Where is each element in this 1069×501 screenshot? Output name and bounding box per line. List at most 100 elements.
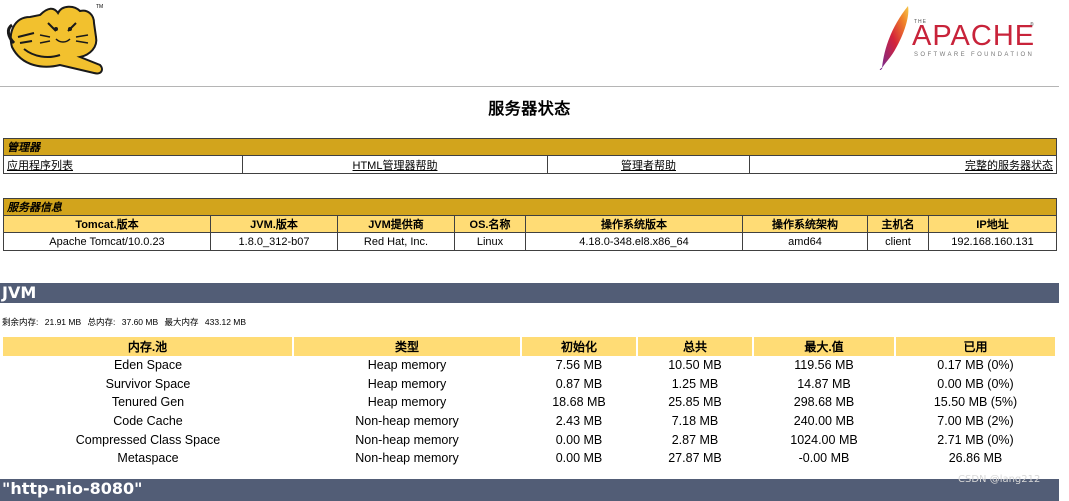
- server-info-row: Apache Tomcat/10.0.23 1.8.0_312-b07 Red …: [3, 232, 1057, 251]
- pool-total: 27.87 MB: [668, 451, 722, 466]
- pool-used: 0.00 MB (0%): [937, 376, 1014, 391]
- pool-name: Code Cache: [113, 414, 183, 429]
- column-header: Tomcat.版本: [3, 215, 211, 233]
- pool-used: 2.71 MB (0%): [937, 432, 1014, 447]
- complete-server-status-link[interactable]: 完整的服务器状态: [965, 160, 1053, 172]
- manager-table: 管理器 应用程序列表 HTML管理器帮助 管理者帮助 完整的服务器状态: [3, 138, 1057, 174]
- tm-mark: TM: [96, 4, 104, 10]
- pool-total: 25.85 MB: [668, 395, 722, 410]
- pool-initial: 18.68 MB: [552, 395, 606, 410]
- jvm-version: 1.8.0_312-b07: [210, 232, 338, 251]
- pool-name: Tenured Gen: [111, 395, 185, 410]
- column-header: JVM.版本: [210, 215, 338, 233]
- pool-name: Eden Space: [113, 358, 183, 373]
- pool-max: 14.87 MB: [797, 376, 851, 391]
- html-manager-help-link[interactable]: HTML管理器帮助: [353, 160, 438, 172]
- memory-pool-header-row: 内存.池 类型 初始化 总共 最大.值 已用: [3, 337, 1057, 356]
- memory-pool-body: Eden Space Heap memory 7.56 MB 10.50 MB 119.…: [3, 356, 1056, 468]
- column-header: 已用: [895, 337, 1057, 356]
- pool-type: Non-heap memory: [355, 414, 459, 429]
- manager-link-cell-4: 完整的服务器状态: [749, 155, 1057, 174]
- column-header: JVM提供商: [337, 215, 455, 233]
- apache-logo-text: APACHE: [912, 20, 1036, 52]
- table-row: Compressed Class Space Non-heap memory 0.0…: [3, 430, 1056, 449]
- os-arch: amd64: [742, 232, 868, 251]
- column-header: 类型: [293, 337, 522, 356]
- pool-max: -0.00 MB: [798, 451, 850, 466]
- column-header: OS.名称: [454, 215, 526, 233]
- apache-feather-icon: [879, 6, 909, 70]
- column-header: IP地址: [928, 215, 1057, 233]
- table-row: Eden Space Heap memory 7.56 MB 10.50 MB 119.…: [3, 356, 1056, 375]
- hostname: client: [867, 232, 929, 251]
- column-header: 主机名: [867, 215, 929, 233]
- page-header: TM THE APACHE SOFTWARE FOUNDATION ®: [0, 0, 1059, 87]
- pool-max: 119.56 MB: [794, 358, 854, 373]
- column-header: 操作系统架构: [742, 215, 868, 233]
- apache-logo-subtitle: SOFTWARE FOUNDATION: [914, 52, 1035, 58]
- os-name: Linux: [454, 232, 526, 251]
- max-memory-label: 最大内存: [164, 317, 199, 327]
- server-info-section-title: 服务器信息: [3, 198, 1057, 216]
- pool-initial: 7.56 MB: [555, 358, 603, 373]
- memory-pool-table: 内存.池 类型 初始化 总共 最大.值 已用 Eden Space Heap me…: [3, 337, 1057, 468]
- total-memory-value: 37.60 MB: [121, 317, 159, 327]
- pool-max: 298.68 MB: [793, 395, 855, 410]
- free-memory-value: 21.91 MB: [44, 317, 82, 327]
- pool-initial: 0.87 MB: [555, 376, 603, 391]
- apache-logo: THE APACHE SOFTWARE FOUNDATION ®: [874, 4, 1044, 70]
- tomcat-logo: [6, 5, 103, 75]
- pool-type: Heap memory: [367, 376, 447, 391]
- pool-type: Heap memory: [367, 395, 447, 410]
- manager-section-title: 管理器: [3, 138, 1057, 156]
- tomcat-version: Apache Tomcat/10.0.23: [3, 232, 211, 251]
- ip-address: 192.168.160.131: [928, 232, 1057, 251]
- pool-initial: 0.00 MB: [555, 432, 603, 447]
- watermark: CSDN @lang212: [958, 474, 1041, 485]
- jvm-section-heading: JVM: [0, 283, 1059, 303]
- os-version: 4.18.0-348.el8.x86_64: [525, 232, 743, 251]
- manager-help-link[interactable]: 管理者帮助: [621, 160, 676, 172]
- max-memory-value: 433.12 MB: [204, 317, 247, 327]
- pool-initial: 0.00 MB: [555, 451, 603, 466]
- table-row: Metaspace Non-heap memory 0.00 MB 27.87 MB -…: [3, 449, 1056, 468]
- pool-used: 0.17 MB (0%): [937, 358, 1014, 373]
- pool-initial: 2.43 MB: [555, 414, 603, 429]
- pool-name: Compressed Class Space: [75, 432, 221, 447]
- page-title: 服务器状态: [488, 101, 571, 118]
- pool-max: 240.00 MB: [793, 414, 855, 429]
- column-header: 总共: [637, 337, 754, 356]
- manager-link-cell-1: 应用程序列表: [3, 155, 243, 174]
- application-list-link[interactable]: 应用程序列表: [7, 160, 73, 172]
- pool-used: 15.50 MB (5%): [933, 395, 1018, 410]
- total-memory-label: 总内存:: [87, 317, 116, 327]
- table-row: Code Cache Non-heap memory 2.43 MB 7.18 MB 2…: [3, 412, 1056, 431]
- pool-type: Non-heap memory: [355, 451, 459, 466]
- column-header: 最大.值: [753, 337, 896, 356]
- pool-total: 10.50 MB: [668, 358, 722, 373]
- pool-name: Metaspace: [117, 451, 179, 466]
- free-memory-label: 剩余内存:: [2, 317, 39, 327]
- pool-name: Survivor Space: [105, 376, 191, 391]
- pool-type: Non-heap memory: [355, 432, 459, 447]
- manager-link-cell-3: 管理者帮助: [547, 155, 750, 174]
- pool-total: 7.18 MB: [671, 414, 719, 429]
- pool-used: 7.00 MB (2%): [937, 414, 1014, 429]
- pool-used: 26.86 MB: [948, 451, 1003, 466]
- server-info-header-row: Tomcat.版本 JVM.版本 JVM提供商 OS.名称 操作系统版本 操作系…: [3, 215, 1057, 233]
- jvm-vendor: Red Hat, Inc.: [337, 232, 455, 251]
- manager-link-cell-2: HTML管理器帮助: [242, 155, 548, 174]
- pool-max: 1024.00 MB: [790, 432, 858, 447]
- pool-total: 1.25 MB: [671, 376, 719, 391]
- memory-summary: 剩余内存: 21.91 MB 总内存: 37.60 MB 最大内存 433.12…: [2, 316, 250, 328]
- connector-section-heading: "http-nio-8080": [0, 479, 1059, 501]
- table-row: Survivor Space Heap memory 0.87 MB 1.25 MB 1…: [3, 374, 1056, 393]
- pool-total: 2.87 MB: [671, 432, 719, 447]
- column-header: 操作系统版本: [525, 215, 743, 233]
- column-header: 内存.池: [3, 337, 294, 356]
- column-header: 初始化: [521, 337, 638, 356]
- pool-type: Heap memory: [367, 358, 447, 373]
- server-info-table: 服务器信息 Tomcat.版本 JVM.版本 JVM提供商 OS.名称 操作系统…: [3, 198, 1057, 251]
- registered-mark: ®: [1030, 22, 1034, 28]
- table-row: Tenured Gen Heap memory 18.68 MB 25.85 MB 29…: [3, 393, 1056, 412]
